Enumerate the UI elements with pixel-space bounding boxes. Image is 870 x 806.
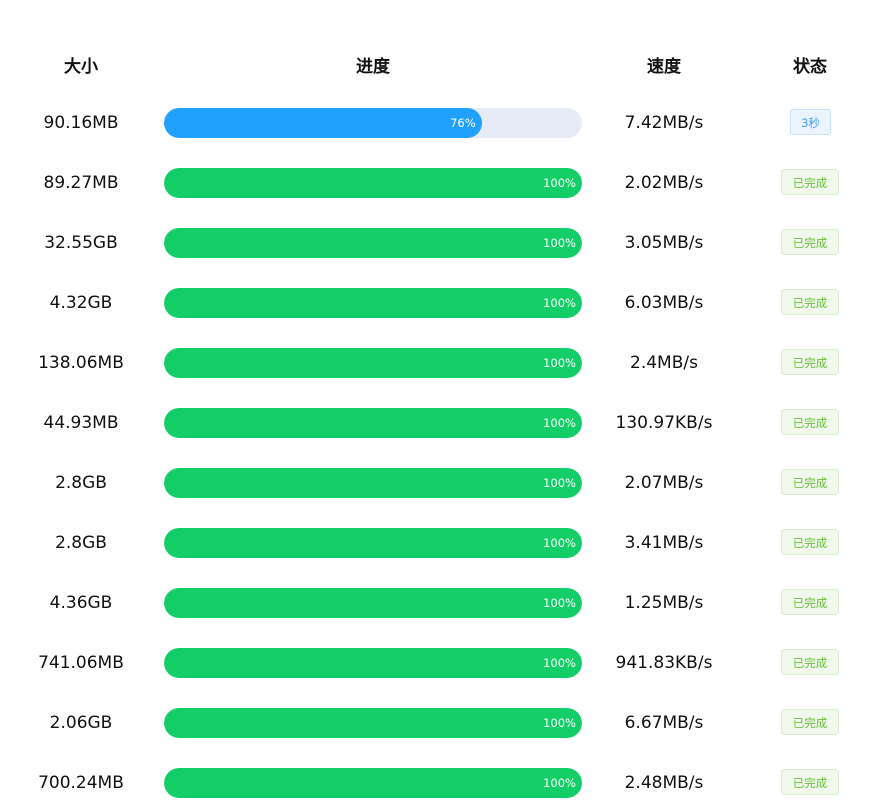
size-cell: 138.06MB <box>38 353 124 373</box>
speed-cell: 2.48MB/s <box>624 773 704 793</box>
progress-label: 100% <box>543 716 576 730</box>
progress-bar: 100% <box>164 408 582 438</box>
progress-bar: 100% <box>164 528 582 558</box>
progress-bar: 100% <box>164 768 582 798</box>
speed-cell: 6.67MB/s <box>624 713 704 733</box>
status-badge: 已完成 <box>781 709 839 735</box>
speed-cell: 3.05MB/s <box>624 233 704 253</box>
status-badge: 已完成 <box>781 409 839 435</box>
progress-fill: 100% <box>164 648 582 678</box>
header-size: 大小 <box>64 57 98 77</box>
status-badge: 已完成 <box>781 169 839 195</box>
size-cell: 2.8GB <box>55 473 107 493</box>
progress-label: 100% <box>543 776 576 790</box>
status-badge: 已完成 <box>781 649 839 675</box>
progress-bar: 76% <box>164 108 582 138</box>
progress-label: 100% <box>543 296 576 310</box>
progress-label: 100% <box>543 596 576 610</box>
size-cell: 2.06GB <box>49 713 113 733</box>
progress-bar: 100% <box>164 708 582 738</box>
progress-fill: 100% <box>164 288 582 318</box>
table-row: 2.8GB 100% 2.07MB/s 已完成 <box>0 468 870 498</box>
header-status: 状态 <box>793 57 827 77</box>
table-row: 4.36GB 100% 1.25MB/s 已完成 <box>0 588 870 618</box>
header-progress: 进度 <box>356 57 390 77</box>
size-cell: 90.16MB <box>43 113 119 133</box>
progress-fill: 100% <box>164 348 582 378</box>
table-row: 32.55GB 100% 3.05MB/s 已完成 <box>0 228 870 258</box>
progress-fill: 100% <box>164 768 582 798</box>
progress-label: 100% <box>543 176 576 190</box>
table-row: 89.27MB 100% 2.02MB/s 已完成 <box>0 168 870 198</box>
progress-label: 76% <box>450 116 476 130</box>
table-row: 44.93MB 100% 130.97KB/s 已完成 <box>0 408 870 438</box>
header-speed: 速度 <box>647 57 681 77</box>
progress-bar: 100% <box>164 468 582 498</box>
progress-fill: 100% <box>164 528 582 558</box>
speed-cell: 2.07MB/s <box>624 473 704 493</box>
status-badge: 已完成 <box>781 229 839 255</box>
size-cell: 4.32GB <box>49 293 113 313</box>
progress-label: 100% <box>543 356 576 370</box>
size-cell: 741.06MB <box>38 653 124 673</box>
progress-bar: 100% <box>164 228 582 258</box>
progress-label: 100% <box>543 236 576 250</box>
speed-cell: 2.4MB/s <box>630 353 698 373</box>
progress-fill: 100% <box>164 588 582 618</box>
size-cell: 2.8GB <box>55 533 107 553</box>
progress-label: 100% <box>543 416 576 430</box>
speed-cell: 2.02MB/s <box>624 173 704 193</box>
progress-bar: 100% <box>164 648 582 678</box>
speed-cell: 3.41MB/s <box>624 533 704 553</box>
table-header: 大小 进度 速度 状态 <box>0 52 870 82</box>
download-table: 大小 进度 速度 状态 90.16MB 76% 7.42MB/s 3秒 89.27MB 1… <box>0 0 870 806</box>
size-cell: 44.93MB <box>43 413 119 433</box>
status-badge: 已完成 <box>781 529 839 555</box>
progress-fill: 100% <box>164 168 582 198</box>
progress-fill: 100% <box>164 408 582 438</box>
table-row: 4.32GB 100% 6.03MB/s 已完成 <box>0 288 870 318</box>
progress-label: 100% <box>543 476 576 490</box>
progress-label: 100% <box>543 656 576 670</box>
progress-bar: 100% <box>164 588 582 618</box>
status-badge: 已完成 <box>781 769 839 795</box>
speed-cell: 1.25MB/s <box>624 593 704 613</box>
table-row: 700.24MB 100% 2.48MB/s 已完成 <box>0 768 870 798</box>
status-badge: 已完成 <box>781 469 839 495</box>
table-row: 741.06MB 100% 941.83KB/s 已完成 <box>0 648 870 678</box>
status-badge: 已完成 <box>781 289 839 315</box>
progress-bar: 100% <box>164 168 582 198</box>
speed-cell: 941.83KB/s <box>615 653 713 673</box>
size-cell: 4.36GB <box>49 593 113 613</box>
speed-cell: 130.97KB/s <box>615 413 713 433</box>
size-cell: 700.24MB <box>38 773 124 793</box>
status-badge: 3秒 <box>790 109 831 135</box>
progress-label: 100% <box>543 536 576 550</box>
table-row: 2.8GB 100% 3.41MB/s 已完成 <box>0 528 870 558</box>
speed-cell: 6.03MB/s <box>624 293 704 313</box>
size-cell: 32.55GB <box>44 233 118 253</box>
progress-fill: 100% <box>164 228 582 258</box>
speed-cell: 7.42MB/s <box>624 113 704 133</box>
size-cell: 89.27MB <box>43 173 119 193</box>
status-badge: 已完成 <box>781 349 839 375</box>
progress-bar: 100% <box>164 348 582 378</box>
progress-fill: 76% <box>164 108 482 138</box>
status-badge: 已完成 <box>781 589 839 615</box>
progress-fill: 100% <box>164 468 582 498</box>
table-row: 90.16MB 76% 7.42MB/s 3秒 <box>0 108 870 138</box>
table-row: 138.06MB 100% 2.4MB/s 已完成 <box>0 348 870 378</box>
progress-fill: 100% <box>164 708 582 738</box>
table-row: 2.06GB 100% 6.67MB/s 已完成 <box>0 708 870 738</box>
progress-bar: 100% <box>164 288 582 318</box>
